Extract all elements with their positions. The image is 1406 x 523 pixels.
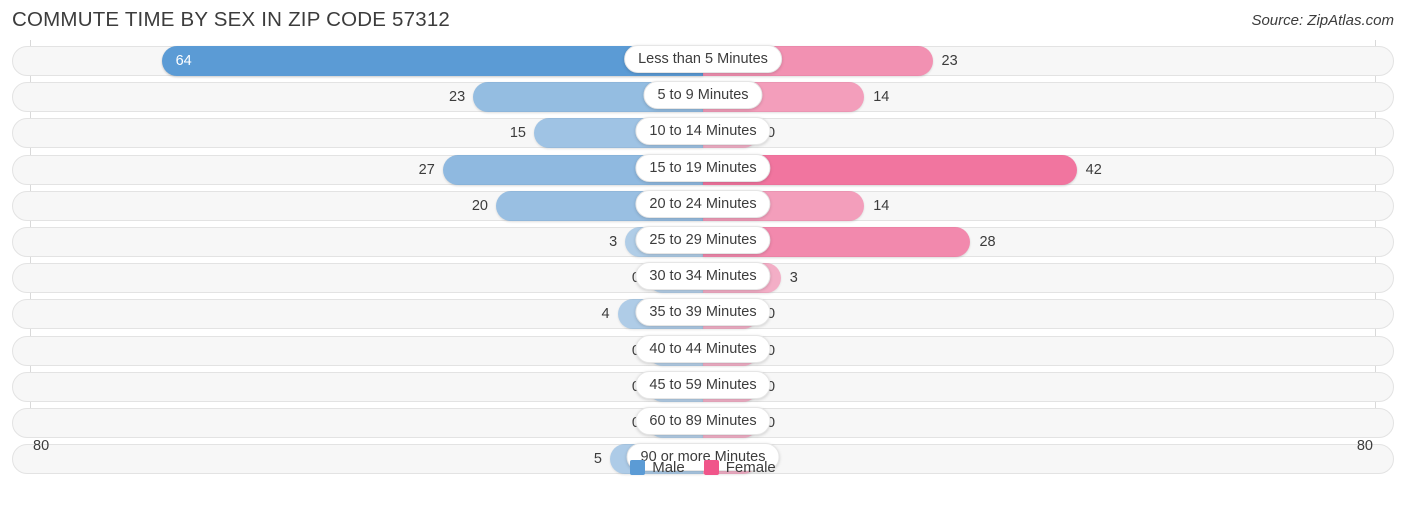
- category-label: 35 to 39 Minutes: [635, 298, 771, 327]
- legend-item[interactable]: Male: [630, 459, 685, 476]
- chart-row: 0045 to 59 Minutes: [0, 370, 1406, 406]
- chart-row: 3 28 25 to 29 Minutes: [0, 225, 1406, 261]
- category-label: 20 to 24 Minutes: [635, 189, 771, 218]
- chart-row: 27 42 15 to 19 Minutes: [0, 153, 1406, 189]
- male-value-label: 20: [471, 197, 488, 214]
- chart-rows: 64 23 Less than 5 Minutes 23 14 5 to 9 Minute…: [0, 44, 1406, 478]
- legend-label: Female: [725, 459, 776, 476]
- chart-row: 20 14 20 to 24 Minutes: [0, 189, 1406, 225]
- axis-max-left: 80: [33, 438, 50, 454]
- category-label: 30 to 34 Minutes: [635, 262, 771, 291]
- female-value-label: 42: [1085, 161, 1102, 178]
- chart-row: 0040 to 44 Minutes: [0, 334, 1406, 370]
- source-attribution: Source: ZipAtlas.com: [1251, 12, 1394, 29]
- page-title: COMMUTE TIME BY SEX IN ZIP CODE 57312: [12, 8, 451, 31]
- category-label: 25 to 29 Minutes: [635, 225, 771, 254]
- male-value-label: 64: [175, 53, 192, 69]
- legend-item[interactable]: Female: [703, 459, 776, 476]
- female-value-label: 3: [789, 270, 798, 287]
- category-label: 10 to 14 Minutes: [635, 117, 771, 146]
- chart-row: 23 14 5 to 9 Minutes: [0, 80, 1406, 116]
- chart-row: 64 23 Less than 5 Minutes: [0, 44, 1406, 80]
- male-value-label: 3: [609, 233, 618, 250]
- chart-header: COMMUTE TIME BY SEX IN ZIP CODE 57312 So…: [0, 0, 1406, 40]
- male-swatch: [630, 460, 646, 475]
- category-label: 40 to 44 Minutes: [635, 334, 771, 363]
- male-value-label: 15: [509, 125, 526, 142]
- female-value-label: 23: [941, 53, 958, 69]
- chart-legend: Male Female: [0, 459, 1406, 476]
- legend-label: Male: [652, 459, 685, 476]
- male-bar[interactable]: [161, 46, 703, 76]
- male-value-label: 27: [418, 161, 435, 178]
- chart-plot-area: 64 23 Less than 5 Minutes 23 14 5 to 9 Minute…: [0, 40, 1406, 480]
- category-label: 45 to 59 Minutes: [635, 370, 771, 399]
- category-label: 15 to 19 Minutes: [635, 153, 771, 182]
- female-swatch: [703, 460, 719, 475]
- chart-row: 0060 to 89 Minutes: [0, 406, 1406, 442]
- category-label: 60 to 89 Minutes: [635, 406, 771, 435]
- category-label: Less than 5 Minutes: [624, 45, 782, 73]
- axis-max-right: 80: [1356, 438, 1373, 454]
- chart-row: 0330 to 34 Minutes: [0, 261, 1406, 297]
- chart-row: 15 0 10 to 14 Minutes: [0, 116, 1406, 152]
- female-value-label: 28: [979, 233, 996, 250]
- male-value-label: 23: [449, 89, 466, 106]
- chart-row: 4 0 35 to 39 Minutes: [0, 297, 1406, 333]
- category-label: 5 to 9 Minutes: [643, 81, 763, 110]
- male-value-label: 4: [601, 306, 610, 323]
- female-value-label: 14: [873, 89, 890, 106]
- female-value-label: 14: [873, 197, 890, 214]
